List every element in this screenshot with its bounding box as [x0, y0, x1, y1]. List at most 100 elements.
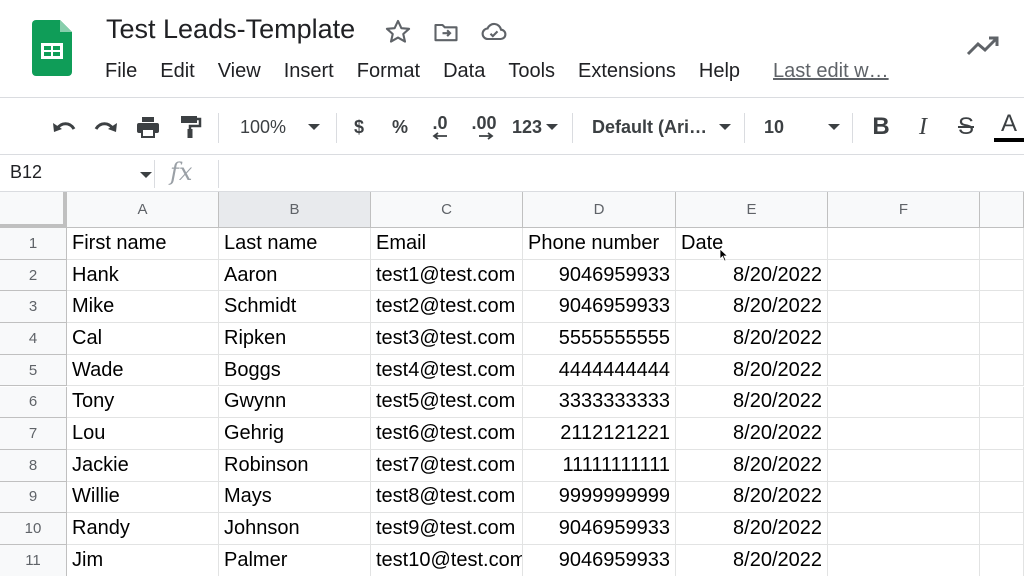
- cell-f11[interactable]: [828, 545, 980, 576]
- cell-d4[interactable]: 5555555555: [523, 323, 676, 355]
- strikethrough-button[interactable]: S: [952, 99, 980, 155]
- row-header[interactable]: 3: [0, 291, 67, 324]
- redo-icon[interactable]: [90, 99, 122, 155]
- menu-view[interactable]: View: [218, 60, 261, 83]
- cell-f5[interactable]: [828, 354, 980, 387]
- cell-d6[interactable]: 3333333333: [523, 386, 676, 419]
- cell-e7[interactable]: 8/20/2022: [676, 418, 828, 450]
- cell-d8[interactable]: 11111111111: [523, 449, 676, 482]
- menu-tools[interactable]: Tools: [508, 60, 555, 83]
- cell-a7[interactable]: Lou: [67, 418, 219, 450]
- cell-e9[interactable]: 8/20/2022: [676, 481, 828, 514]
- cell-a8[interactable]: Jackie: [67, 449, 219, 482]
- row-header[interactable]: 2: [0, 259, 67, 292]
- cell-e4[interactable]: 8/20/2022: [676, 323, 828, 355]
- menu-format[interactable]: Format: [357, 60, 420, 83]
- cell-b4[interactable]: Ripken: [219, 323, 371, 355]
- cell-c1[interactable]: Email: [371, 228, 523, 260]
- column-header-g[interactable]: [980, 192, 1024, 228]
- cell-f7[interactable]: [828, 418, 980, 450]
- menu-data[interactable]: Data: [443, 60, 485, 83]
- menu-help[interactable]: Help: [699, 60, 740, 83]
- menu-extensions[interactable]: Extensions: [578, 60, 676, 83]
- cell-a3[interactable]: Mike: [67, 291, 219, 324]
- cell-c7[interactable]: test6@test.com: [371, 418, 523, 450]
- row-header[interactable]: 10: [0, 513, 67, 545]
- cell-d10[interactable]: 9046959933: [523, 513, 676, 545]
- cell-g2[interactable]: [980, 259, 1024, 292]
- text-color-button[interactable]: A: [994, 99, 1024, 155]
- activity-trend-icon[interactable]: [964, 32, 1002, 60]
- cell-c9[interactable]: test8@test.com: [371, 481, 523, 514]
- more-formats-button[interactable]: 123: [510, 99, 560, 155]
- cell-e2[interactable]: 8/20/2022: [676, 259, 828, 292]
- document-title[interactable]: Test Leads-Template: [106, 14, 355, 45]
- cell-b2[interactable]: Aaron: [219, 259, 371, 292]
- cell-e10[interactable]: 8/20/2022: [676, 513, 828, 545]
- cell-c8[interactable]: test7@test.com: [371, 449, 523, 482]
- italic-button[interactable]: I: [910, 99, 936, 155]
- cell-b6[interactable]: Gwynn: [219, 386, 371, 419]
- font-size-select[interactable]: 10: [764, 99, 844, 155]
- column-header-f[interactable]: F: [828, 192, 980, 228]
- cell-b10[interactable]: Johnson: [219, 513, 371, 545]
- row-header[interactable]: 1: [0, 228, 67, 260]
- row-header[interactable]: 6: [0, 386, 67, 419]
- column-header-a[interactable]: A: [67, 192, 219, 228]
- undo-icon[interactable]: [48, 99, 80, 155]
- cell-c2[interactable]: test1@test.com: [371, 259, 523, 292]
- column-header-c[interactable]: C: [371, 192, 523, 228]
- move-to-folder-icon[interactable]: [432, 18, 460, 46]
- cell-g7[interactable]: [980, 418, 1024, 450]
- cell-g8[interactable]: [980, 449, 1024, 482]
- cell-b1[interactable]: Last name: [219, 228, 371, 260]
- cell-d3[interactable]: 9046959933: [523, 291, 676, 324]
- cell-e3[interactable]: 8/20/2022: [676, 291, 828, 324]
- column-header-b[interactable]: B: [219, 192, 371, 228]
- row-header[interactable]: 8: [0, 449, 67, 482]
- increase-decimal-button[interactable]: .00: [466, 99, 502, 155]
- cell-f4[interactable]: [828, 323, 980, 355]
- font-family-select[interactable]: Default (Ari…: [592, 99, 734, 155]
- cell-f1[interactable]: [828, 228, 980, 260]
- cell-a1[interactable]: First name: [67, 228, 219, 260]
- cell-f3[interactable]: [828, 291, 980, 324]
- cell-b11[interactable]: Palmer: [219, 545, 371, 576]
- menu-insert[interactable]: Insert: [284, 60, 334, 83]
- cell-a5[interactable]: Wade: [67, 354, 219, 387]
- zoom-select[interactable]: 100%: [232, 99, 328, 155]
- cell-a6[interactable]: Tony: [67, 386, 219, 419]
- cell-a2[interactable]: Hank: [67, 259, 219, 292]
- cell-d2[interactable]: 9046959933: [523, 259, 676, 292]
- sheets-logo-icon[interactable]: [32, 20, 72, 76]
- cloud-status-icon[interactable]: [480, 18, 508, 46]
- name-box[interactable]: B12: [10, 162, 42, 183]
- cell-g4[interactable]: [980, 323, 1024, 355]
- row-header[interactable]: 4: [0, 323, 67, 355]
- cell-d5[interactable]: 4444444444: [523, 354, 676, 387]
- column-header-d[interactable]: D: [523, 192, 676, 228]
- cell-e5[interactable]: 8/20/2022: [676, 354, 828, 387]
- star-icon[interactable]: [384, 18, 412, 46]
- row-header[interactable]: 7: [0, 418, 67, 450]
- cell-e8[interactable]: 8/20/2022: [676, 449, 828, 482]
- select-all-corner[interactable]: [0, 192, 67, 228]
- column-header-e[interactable]: E: [676, 192, 828, 228]
- cell-b8[interactable]: Robinson: [219, 449, 371, 482]
- row-header[interactable]: 11: [0, 545, 67, 576]
- chevron-down-icon[interactable]: [140, 172, 152, 178]
- cell-e11[interactable]: 8/20/2022: [676, 545, 828, 576]
- percent-format-button[interactable]: %: [386, 99, 414, 155]
- last-edit-link[interactable]: Last edit w…: [773, 60, 889, 83]
- cell-c6[interactable]: test5@test.com: [371, 386, 523, 419]
- cell-a9[interactable]: Willie: [67, 481, 219, 514]
- cell-b9[interactable]: Mays: [219, 481, 371, 514]
- cell-a11[interactable]: Jim: [67, 545, 219, 576]
- menu-file[interactable]: File: [105, 60, 137, 83]
- cell-f6[interactable]: [828, 386, 980, 419]
- cell-g6[interactable]: [980, 386, 1024, 419]
- cell-c10[interactable]: test9@test.com: [371, 513, 523, 545]
- menu-edit[interactable]: Edit: [160, 60, 194, 83]
- cell-g11[interactable]: [980, 545, 1024, 576]
- cell-g5[interactable]: [980, 354, 1024, 387]
